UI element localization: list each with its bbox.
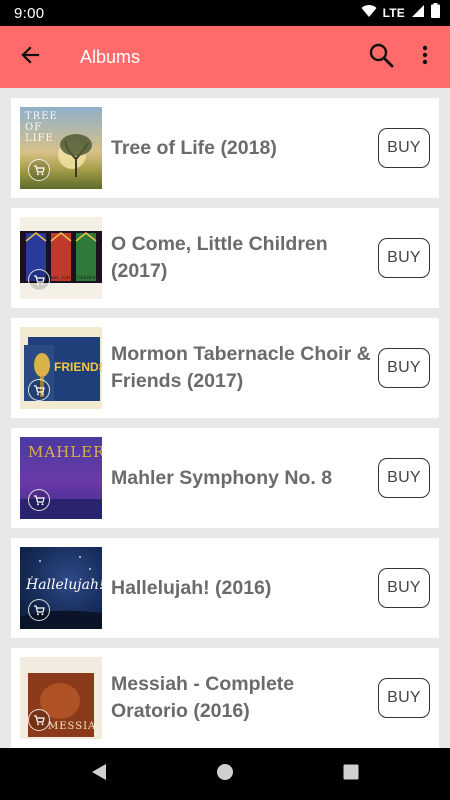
more-options-button[interactable] xyxy=(404,26,446,88)
status-icons: LTE xyxy=(361,3,440,23)
nav-back-button[interactable] xyxy=(84,759,114,789)
wifi-icon xyxy=(361,4,377,23)
cart-icon xyxy=(28,159,50,181)
nav-back-icon xyxy=(91,763,107,786)
page-title: Albums xyxy=(80,46,141,67)
signal-icon xyxy=(411,4,425,23)
nav-home-icon xyxy=(216,763,234,786)
album-cover-text: MAHLER xyxy=(28,443,102,461)
album-card[interactable]: Hallelujah! Hallelujah! (2016) BUY xyxy=(11,538,439,638)
buy-button[interactable]: BUY xyxy=(378,128,430,168)
album-title: Hallelujah! (2016) xyxy=(111,576,272,599)
more-vert-icon xyxy=(422,45,428,70)
album-title: Messiah - Complete Oratorio (2016) xyxy=(111,673,295,722)
nav-recents-icon xyxy=(343,764,359,785)
album-cover: TREE OF LIFE xyxy=(20,107,102,189)
search-icon xyxy=(368,42,394,73)
app-bar-actions xyxy=(358,26,450,88)
album-cover-text: Hallelujah! xyxy=(26,577,102,593)
album-cover-text: TREE OF LIFE xyxy=(25,111,58,144)
back-button[interactable] xyxy=(0,26,60,88)
album-cover: O Come, Little Children xyxy=(20,217,102,299)
cart-icon xyxy=(28,379,50,401)
nav-home-button[interactable] xyxy=(210,759,240,789)
cart-icon xyxy=(28,489,50,511)
cart-icon xyxy=(28,599,50,621)
cart-icon xyxy=(28,269,50,291)
back-arrow-icon xyxy=(20,45,40,70)
network-type: LTE xyxy=(382,6,405,20)
album-title: Mormon Tabernacle Choir & Friends (2017) xyxy=(111,343,371,392)
buy-button[interactable]: BUY xyxy=(378,238,430,278)
battery-icon xyxy=(431,3,440,23)
album-title: Mahler Symphony No. 8 xyxy=(111,466,333,489)
album-cover-text: MESSIAH xyxy=(48,721,102,732)
nav-recents-button[interactable] xyxy=(336,759,366,789)
album-cover-text: FRIENDS xyxy=(54,360,102,374)
album-title: O Come, Little Children (2017) xyxy=(111,233,328,282)
album-list[interactable]: TREE OF LIFE Tree of Life (2018) BUY O C… xyxy=(0,88,450,748)
buy-button[interactable]: BUY xyxy=(378,678,430,718)
album-card[interactable]: TREE OF LIFE Tree of Life (2018) BUY xyxy=(11,98,439,198)
album-cover: MAHLER xyxy=(20,437,102,519)
status-bar: 9:00 LTE xyxy=(0,0,450,26)
album-cover: Hallelujah! xyxy=(20,547,102,629)
cart-icon xyxy=(28,709,50,731)
status-time: 9:00 xyxy=(14,4,45,22)
search-button[interactable] xyxy=(358,26,404,88)
album-card[interactable]: FRIENDS Mormon Tabernacle Choir & Friend… xyxy=(11,318,439,418)
app-bar: Albums xyxy=(0,26,450,88)
album-cover: FRIENDS xyxy=(20,327,102,409)
album-card[interactable]: O Come, Little Children O Come, Little C… xyxy=(11,208,439,308)
navigation-bar xyxy=(0,748,450,800)
album-title: Tree of Life (2018) xyxy=(111,136,277,159)
buy-button[interactable]: BUY xyxy=(378,348,430,388)
buy-button[interactable]: BUY xyxy=(378,458,430,498)
album-card[interactable]: MAHLER Mahler Symphony No. 8 BUY xyxy=(11,428,439,528)
album-card[interactable]: MESSIAH Messiah - Complete Oratorio (201… xyxy=(11,648,439,748)
album-cover: MESSIAH xyxy=(20,657,102,739)
buy-button[interactable]: BUY xyxy=(378,568,430,608)
